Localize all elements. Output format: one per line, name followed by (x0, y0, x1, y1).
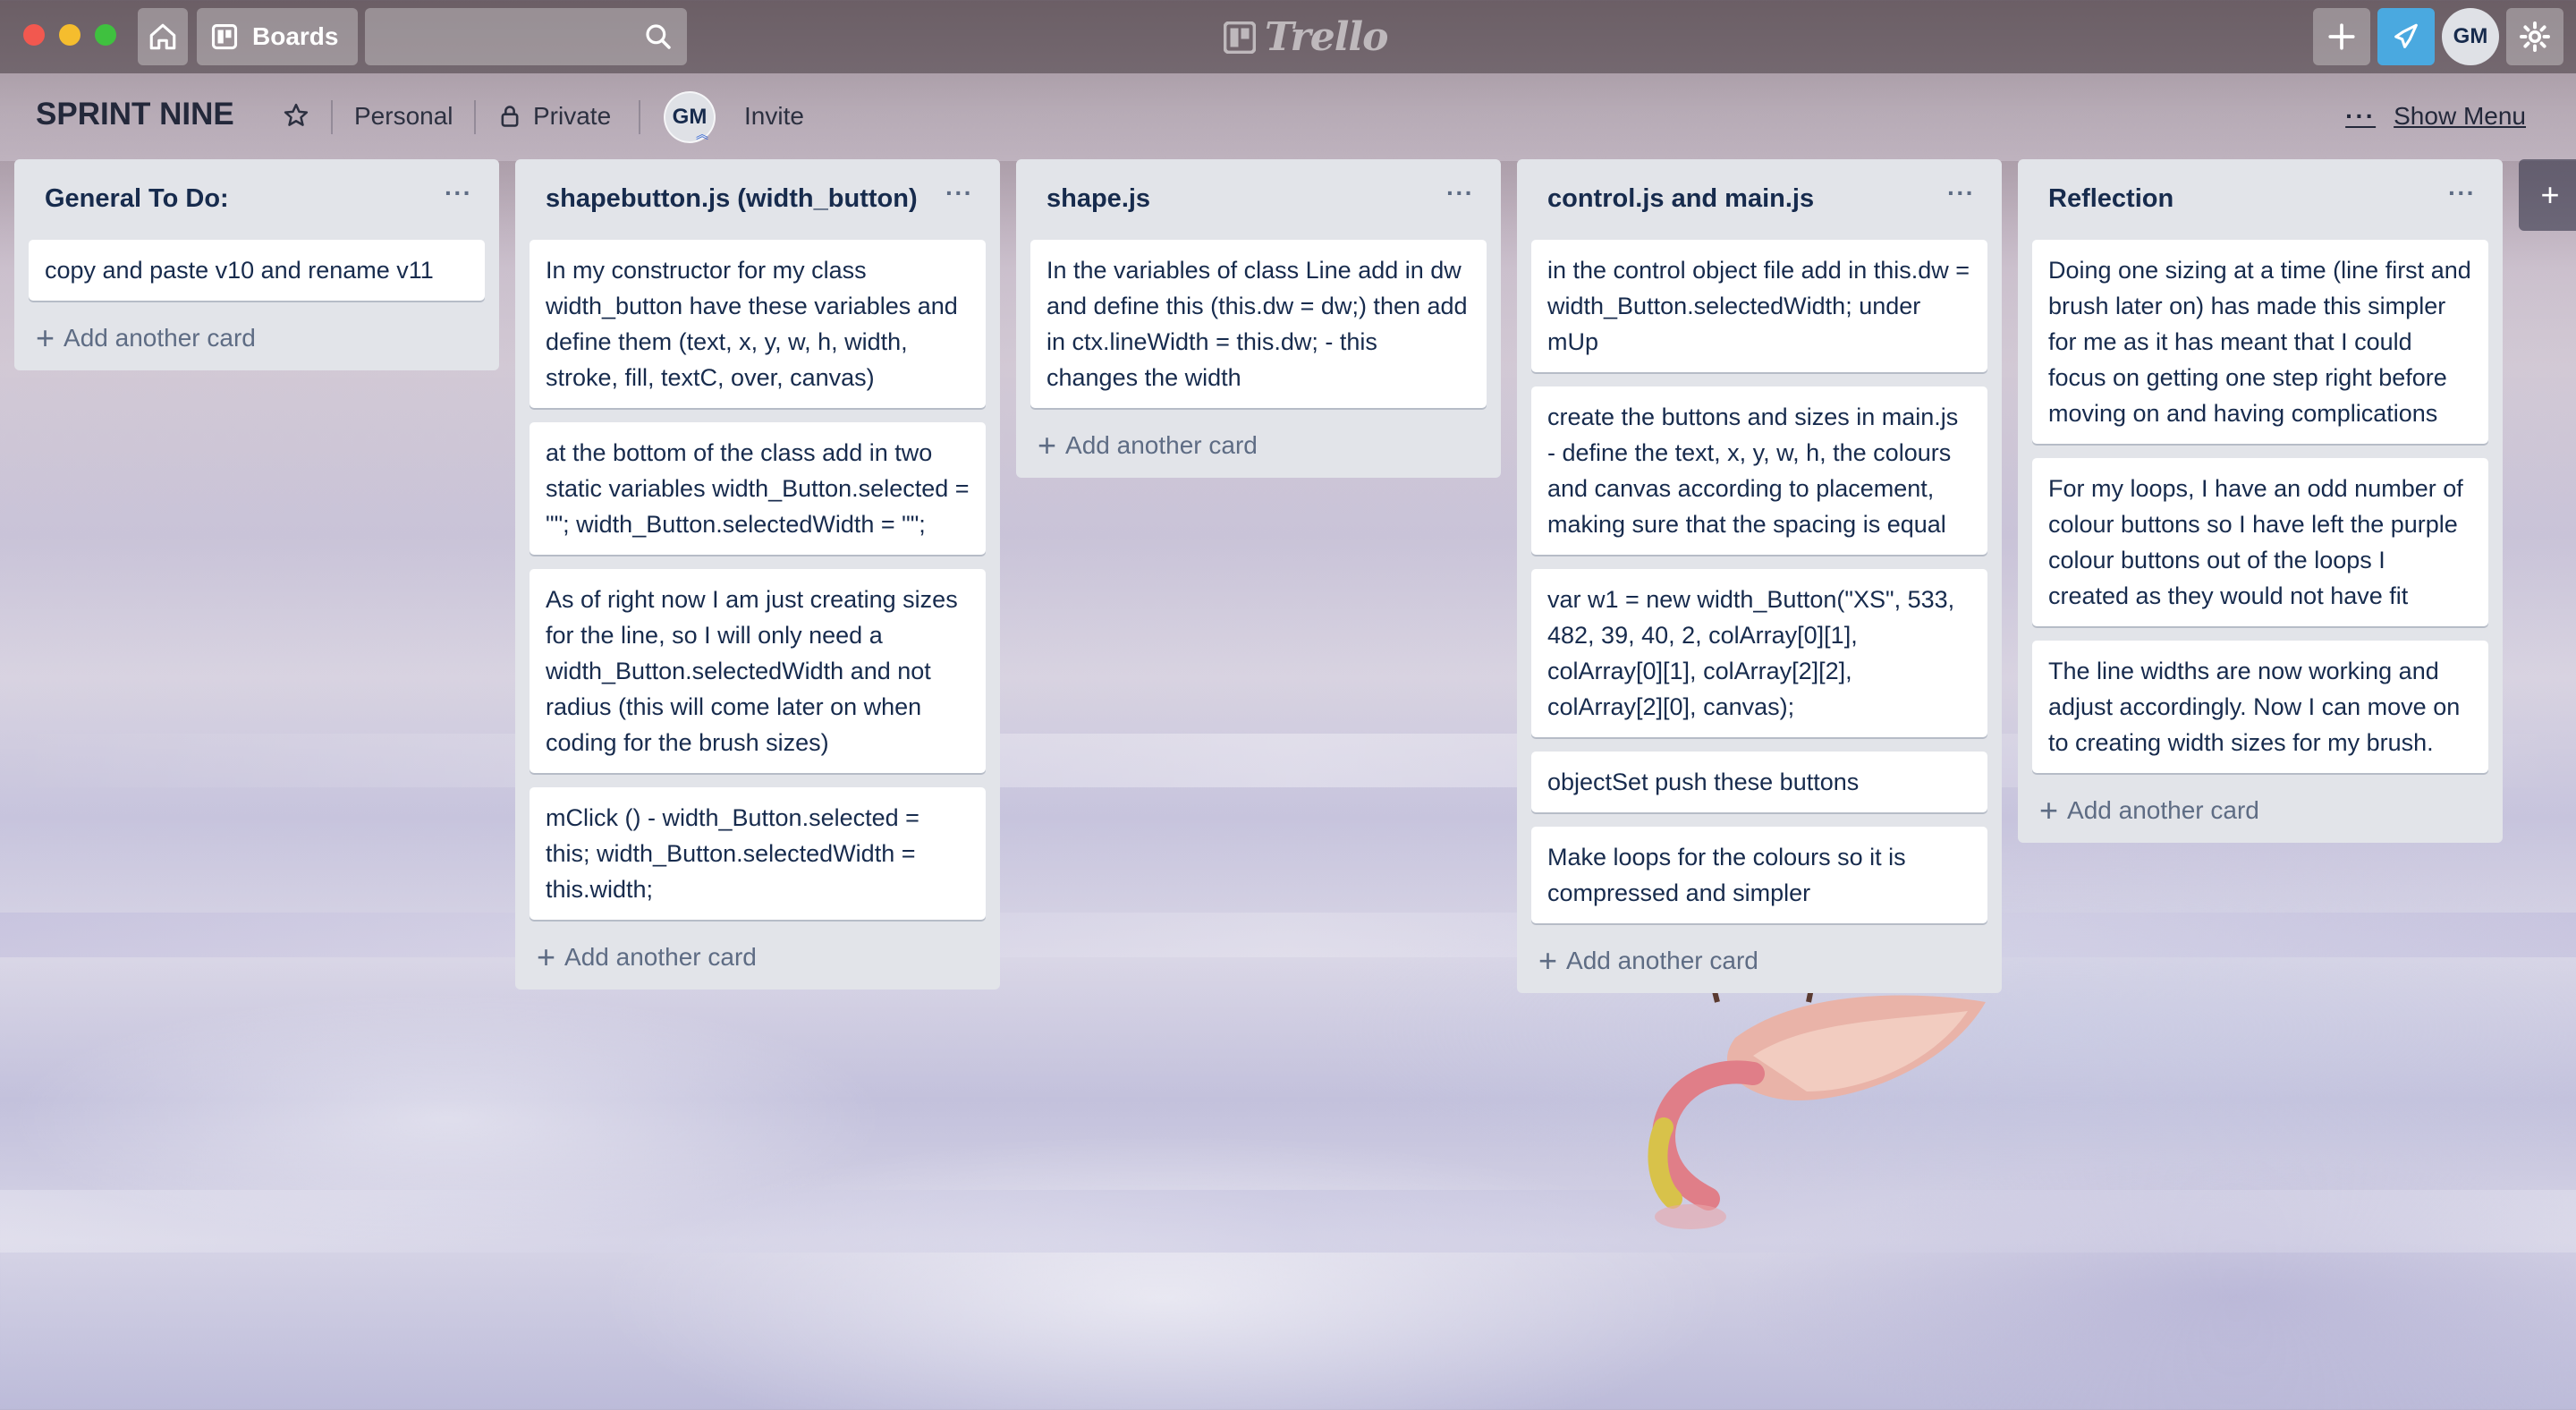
search-box[interactable] (365, 8, 687, 65)
list-menu-ellipsis-icon[interactable]: ··· (2448, 179, 2476, 208)
list-header[interactable]: control.js and main.js ··· (1531, 172, 1987, 225)
add-card-label: Add another card (2067, 796, 2259, 824)
search-input[interactable] (365, 8, 633, 65)
lock-icon (501, 106, 519, 127)
list-header[interactable]: shapebutton.js (width_button) ··· (530, 172, 986, 225)
notifications-button[interactable] (2377, 8, 2435, 65)
card[interactable]: For my loops, I have an odd number of co… (2032, 458, 2488, 626)
card[interactable]: The line widths are now working and adju… (2032, 641, 2488, 773)
flamingo-reflection-image (1648, 966, 1986, 1229)
boards-button[interactable]: Boards (197, 8, 358, 65)
plus-icon: + (36, 319, 55, 356)
card[interactable]: In the variables of class Line add in dw… (1030, 240, 1487, 408)
plus-icon: + (2039, 792, 2059, 828)
settings-button[interactable] (2506, 8, 2563, 65)
card[interactable]: Make loops for the colours so it is comp… (1531, 827, 1987, 923)
add-card-label: Add another card (564, 943, 757, 971)
list-control-main: control.js and main.js ··· in the contro… (1517, 159, 2002, 993)
card[interactable]: In my constructor for my class width_but… (530, 240, 986, 408)
card[interactable]: objectSet push these buttons (1531, 752, 1987, 812)
list-menu-ellipsis-icon[interactable]: ··· (945, 179, 973, 208)
list-header[interactable]: shape.js ··· (1030, 172, 1487, 225)
add-card-button[interactable]: + Add another card (530, 936, 986, 979)
invite-button[interactable]: Invite (744, 102, 804, 131)
megaphone-icon (2394, 23, 2418, 48)
star-board-button[interactable] (283, 102, 309, 129)
user-avatar[interactable]: GM (2442, 8, 2499, 65)
trello-logo[interactable]: Trello (1224, 14, 1388, 60)
plus-icon: + (537, 939, 556, 975)
add-card-label: Add another card (64, 324, 256, 352)
boards-icon (211, 23, 238, 50)
list-title[interactable]: shape.js (1046, 181, 1424, 217)
trello-logo-icon (1224, 21, 1256, 54)
gear-icon (2520, 21, 2550, 52)
top-navigation-bar: Boards Trello GM (0, 0, 2576, 73)
home-button[interactable] (138, 8, 188, 65)
list-title[interactable]: Reflection (2048, 181, 2426, 217)
team-button[interactable]: Personal (354, 102, 453, 131)
plus-icon: + (1538, 942, 1558, 979)
plus-icon: + (2540, 176, 2560, 213)
show-menu-button[interactable]: ··· Show Menu (2345, 102, 2526, 131)
star-icon (284, 103, 309, 126)
admin-chevron-icon: ︽ (696, 127, 708, 141)
card[interactable]: create the buttons and sizes in main.js … (1531, 386, 1987, 555)
list-title[interactable]: shapebutton.js (width_button) (546, 181, 923, 217)
add-card-label: Add another card (1566, 947, 1758, 974)
list-menu-ellipsis-icon[interactable]: ··· (445, 179, 472, 208)
list-shape-js: shape.js ··· In the variables of class L… (1016, 159, 1501, 478)
board-header: SPRINT NINE Personal Private GM ︽ Invite… (0, 73, 2576, 159)
boards-label: Boards (252, 22, 339, 50)
card[interactable]: at the bottom of the class add in two st… (530, 422, 986, 555)
ellipsis-icon: ··· (2345, 102, 2377, 130)
create-button[interactable] (2313, 8, 2370, 65)
card[interactable]: mClick () - width_Button.selected = this… (530, 787, 986, 920)
search-icon[interactable] (644, 22, 673, 51)
list-menu-ellipsis-icon[interactable]: ··· (1947, 179, 1975, 208)
list-title[interactable]: General To Do: (45, 181, 422, 217)
trello-logo-text: Trello (1265, 14, 1388, 60)
plus-icon (2328, 23, 2355, 50)
card[interactable]: var w1 = new width_Button("XS", 533, 482… (1531, 569, 1987, 737)
window-minimize-button[interactable] (59, 24, 80, 46)
window-zoom-button[interactable] (95, 24, 116, 46)
add-card-button[interactable]: + Add another card (1531, 939, 1987, 982)
list-shapebutton: shapebutton.js (width_button) ··· In my … (515, 159, 1000, 990)
visibility-label: Private (533, 102, 612, 130)
list-general-to-do: General To Do: ··· copy and paste v10 an… (14, 159, 499, 370)
list-reflection: Reflection ··· Doing one sizing at a tim… (2018, 159, 2503, 843)
list-header[interactable]: General To Do: ··· (29, 172, 485, 225)
show-menu-label: Show Menu (2394, 102, 2526, 130)
list-title[interactable]: control.js and main.js (1547, 181, 1925, 217)
card[interactable]: Doing one sizing at a time (line first a… (2032, 240, 2488, 444)
list-menu-ellipsis-icon[interactable]: ··· (1446, 179, 1474, 208)
card[interactable]: As of right now I am just creating sizes… (530, 569, 986, 773)
add-card-label: Add another card (1065, 431, 1258, 459)
plus-icon: + (1038, 427, 1057, 463)
list-header[interactable]: Reflection ··· (2032, 172, 2488, 225)
add-card-button[interactable]: + Add another card (1030, 424, 1487, 467)
add-card-button[interactable]: + Add another card (2032, 789, 2488, 832)
add-card-button[interactable]: + Add another card (29, 317, 485, 360)
visibility-button[interactable]: Private (499, 102, 611, 131)
home-icon (149, 23, 176, 50)
team-label: Personal (354, 102, 453, 130)
invite-label: Invite (744, 102, 804, 130)
board-title[interactable]: SPRINT NINE (36, 97, 234, 132)
card[interactable]: in the control object file add in this.d… (1531, 240, 1987, 372)
window-close-button[interactable] (23, 24, 45, 46)
add-list-button[interactable]: + (2519, 159, 2576, 231)
card[interactable]: copy and paste v10 and rename v11 (29, 240, 485, 301)
